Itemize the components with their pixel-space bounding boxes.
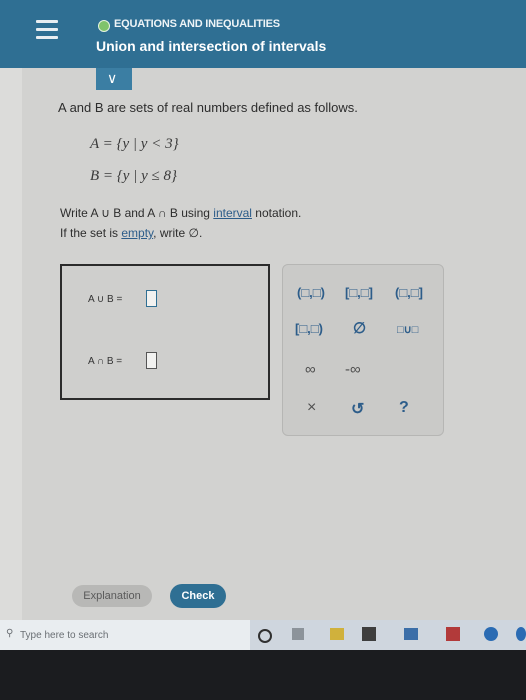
- app-icon[interactable]: [446, 627, 460, 641]
- header-bar: EQUATIONS AND INEQUALITIES Union and int…: [0, 0, 526, 68]
- empty-set-button[interactable]: ∅: [353, 319, 366, 337]
- topic-label: EQUATIONS AND INEQUALITIES: [114, 18, 280, 30]
- folder-icon[interactable]: [330, 628, 344, 640]
- check-button[interactable]: Check: [170, 584, 226, 608]
- negative-infinity-button[interactable]: -∞: [345, 361, 361, 378]
- store-icon[interactable]: [362, 627, 376, 641]
- cortana-icon[interactable]: [258, 629, 272, 643]
- interval-link[interactable]: interval: [213, 206, 252, 220]
- open-open-interval-button[interactable]: (□,□): [297, 285, 325, 300]
- instruction-line-1: Write A ∪ B and A ∩ B using interval not…: [60, 206, 301, 220]
- union-label: A ∪ B =: [88, 294, 123, 305]
- taskbar-search-placeholder: Type here to search: [20, 630, 109, 641]
- closed-open-interval-button[interactable]: [□,□): [295, 321, 323, 336]
- task-view-icon[interactable]: [292, 628, 304, 640]
- interval-keypad: (□,□) [□,□] (□,□] [□,□) ∅ □∪□ ∞ -∞ × ↺ ?: [282, 264, 444, 436]
- chevron-down-icon: ∨: [107, 70, 118, 86]
- explanation-button[interactable]: Explanation: [72, 585, 152, 607]
- instruction-text: If the set is: [60, 226, 122, 240]
- monitor-bezel: [0, 650, 526, 700]
- clear-button[interactable]: ×: [307, 399, 316, 417]
- edge-icon[interactable]: [484, 627, 498, 641]
- instruction-text: notation.: [251, 206, 302, 220]
- set-b-definition: B = {y | y ≤ 8}: [90, 168, 177, 184]
- closed-closed-interval-button[interactable]: [□,□]: [345, 285, 373, 300]
- intersection-answer-input[interactable]: [146, 352, 157, 369]
- undo-icon[interactable]: ↺: [351, 399, 364, 419]
- help-button[interactable]: ?: [399, 399, 409, 417]
- instruction-line-2: If the set is empty, write ∅.: [60, 226, 202, 240]
- set-a-definition: A = {y | y < 3}: [90, 136, 179, 152]
- problem-intro: A and B are sets of real numbers defined…: [58, 100, 358, 115]
- intersection-label: A ∩ B =: [88, 356, 123, 367]
- browser-icon[interactable]: [516, 627, 526, 641]
- empty-link[interactable]: empty: [121, 226, 153, 240]
- dropbox-icon[interactable]: [404, 628, 418, 640]
- collapse-button[interactable]: ∨: [96, 68, 132, 90]
- page-title: Union and intersection of intervals: [96, 38, 327, 54]
- infinity-button[interactable]: ∞: [305, 361, 316, 378]
- topic-status-icon: [98, 20, 110, 32]
- union-answer-input[interactable]: [146, 290, 157, 307]
- union-button[interactable]: □∪□: [397, 323, 418, 336]
- instruction-text: , write ∅.: [153, 226, 203, 240]
- answer-box: A ∪ B = A ∩ B =: [60, 264, 270, 400]
- open-closed-interval-button[interactable]: (□,□]: [395, 285, 423, 300]
- search-icon: ⚲: [6, 628, 14, 639]
- menu-icon[interactable]: [36, 20, 58, 44]
- instruction-text: Write A ∪ B and A ∩ B using: [60, 206, 214, 220]
